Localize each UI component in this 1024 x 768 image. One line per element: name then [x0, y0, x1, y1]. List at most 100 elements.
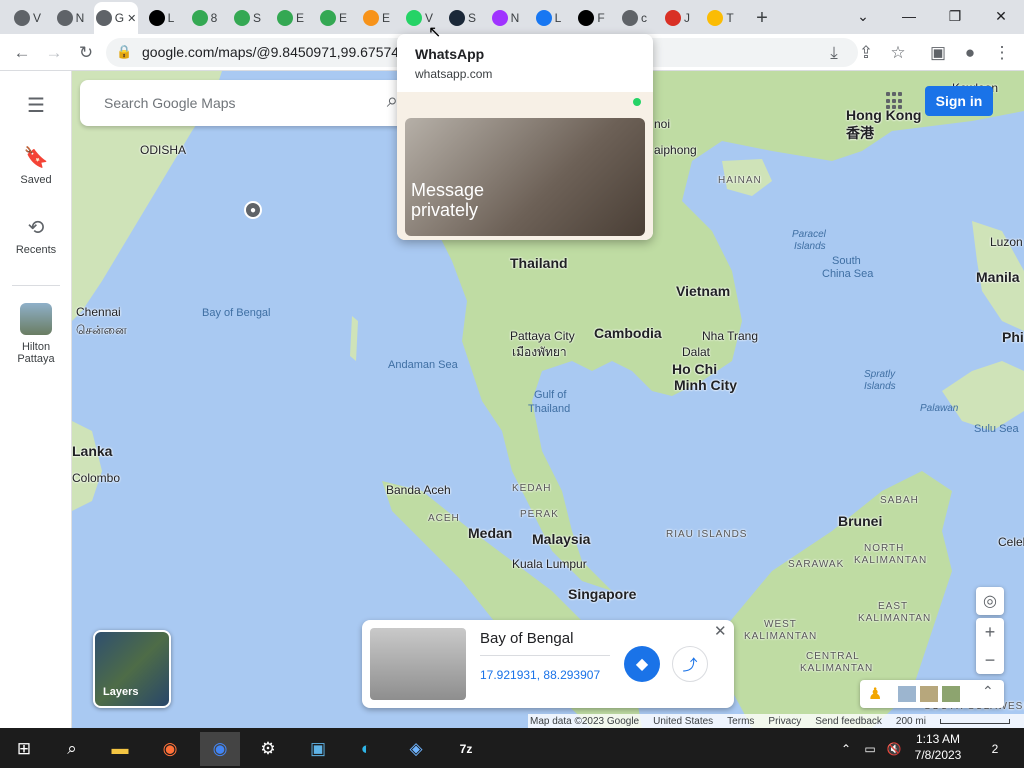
restore-button[interactable]: ❐ [932, 0, 978, 32]
label-e-kal-2[interactable]: KALIMANTAN [858, 613, 931, 624]
label-manila[interactable]: Manila [976, 269, 1020, 285]
label-palawan[interactable]: Palawan [920, 403, 958, 414]
bookmark-star-icon[interactable]: ☆ [884, 39, 912, 67]
new-tab-button[interactable]: + [748, 4, 776, 32]
label-chennai-tamil[interactable]: சென்னை [76, 323, 127, 339]
maps-search-box[interactable]: Search Google Maps ⌕ [80, 80, 410, 126]
browser-tab[interactable]: N [486, 4, 525, 32]
imagery-thumb-2[interactable] [920, 686, 938, 702]
label-vietnam[interactable]: Vietnam [676, 283, 730, 299]
control-panel-icon[interactable]: ▣ [298, 732, 338, 766]
share-button[interactable]: ⤴ [672, 646, 708, 682]
label-e-kal-1[interactable]: EAST [878, 601, 908, 612]
label-haiphong[interactable]: aiphong [654, 143, 697, 157]
label-dalat[interactable]: Dalat [682, 345, 710, 359]
label-sulu[interactable]: Sulu Sea [974, 423, 1019, 435]
label-thailand[interactable]: Thailand [510, 255, 568, 271]
browser-tab[interactable]: L [142, 4, 181, 32]
zoom-in-button[interactable]: + [976, 618, 1004, 646]
label-hainan[interactable]: HAINAN [718, 175, 762, 186]
browser-tab[interactable]: N [51, 4, 90, 32]
label-cambodia[interactable]: Cambodia [594, 325, 662, 341]
label-pattaya[interactable]: Pattaya City [510, 329, 575, 343]
label-hanoi[interactable]: noi [654, 117, 670, 131]
directions-button[interactable]: ◆ [624, 646, 660, 682]
share-page-icon[interactable]: ⇪ [852, 39, 880, 67]
recent-place-hilton[interactable]: Hilton Pattaya [0, 303, 72, 365]
label-paracel-2[interactable]: Islands [794, 241, 826, 252]
7zip-icon[interactable]: 7z [446, 732, 486, 766]
label-luzon[interactable]: Luzon [990, 235, 1023, 249]
sign-in-button[interactable]: Sign in [925, 86, 993, 116]
browser-tab[interactable]: G ✕ [94, 2, 138, 34]
label-brunei[interactable]: Brunei [838, 513, 882, 529]
my-location-icon[interactable]: ◎ [976, 587, 1004, 615]
browser-tab[interactable]: L [529, 4, 568, 32]
label-phi[interactable]: Phi [1002, 329, 1024, 345]
taskbar-clock[interactable]: 1:13 AM 7/8/2023 [906, 731, 970, 763]
label-c-kal-2[interactable]: KALIMANTAN [800, 663, 873, 674]
close-window-button[interactable]: ✕ [978, 0, 1024, 32]
dropped-pin-icon[interactable]: ● [244, 201, 262, 219]
close-tab-icon[interactable]: ✕ [127, 12, 136, 25]
search-taskbar-icon[interactable]: ⌕ [52, 732, 92, 766]
label-singapore[interactable]: Singapore [568, 586, 636, 602]
close-place-card-icon[interactable]: ✕ [714, 622, 727, 640]
saved-button[interactable]: 🔖 Saved [0, 145, 72, 186]
label-odisha[interactable]: ODISHA [140, 143, 186, 157]
place-title[interactable]: Bay of Bengal [480, 630, 573, 647]
side-panel-icon[interactable]: ▣ [924, 39, 952, 67]
label-sarawak[interactable]: SARAWAK [788, 559, 844, 570]
browser-tab[interactable]: 8 [185, 4, 224, 32]
browser-tab[interactable]: c [615, 4, 654, 32]
browser-tab[interactable]: J [658, 4, 697, 32]
recents-button[interactable]: ⟲ Recents [0, 215, 72, 256]
label-scs-2[interactable]: China Sea [822, 268, 873, 280]
label-hcmc-1[interactable]: Ho Chi [672, 361, 717, 377]
network-app-icon[interactable]: ◈ [396, 732, 436, 766]
label-bay-of-bengal[interactable]: Bay of Bengal [202, 307, 271, 319]
browser-tab[interactable]: F [572, 4, 611, 32]
settings-gear-icon[interactable]: ⚙ [248, 732, 288, 766]
tab-search-chevron-icon[interactable]: ⌄ [840, 0, 886, 32]
label-w-kal-2[interactable]: KALIMANTAN [744, 631, 817, 642]
notifications-button[interactable]: 2 [978, 732, 1012, 766]
menu-button[interactable]: ☰ [0, 93, 72, 122]
label-banda-aceh[interactable]: Banda Aceh [386, 483, 451, 497]
hamburger-menu-icon[interactable]: ☰ [0, 93, 72, 118]
label-hcmc-2[interactable]: Minh City [674, 377, 737, 393]
label-scs-1[interactable]: South [832, 255, 861, 267]
browser-tab[interactable]: E [271, 4, 310, 32]
zoom-out-button[interactable]: − [976, 646, 1004, 674]
country-link[interactable]: United States [653, 716, 713, 727]
place-thumbnail[interactable] [370, 628, 466, 700]
menu-kebab-icon[interactable]: ⋮ [988, 39, 1016, 67]
minimize-button[interactable]: — [886, 0, 932, 32]
pegman-icon[interactable]: ♟ [868, 684, 882, 704]
privacy-link[interactable]: Privacy [768, 716, 801, 727]
browser-tab[interactable]: E [314, 4, 353, 32]
windows-start-icon[interactable]: ⊞ [4, 732, 44, 766]
search-input[interactable]: Search Google Maps [104, 95, 236, 111]
label-paracel-1[interactable]: Paracel [792, 229, 826, 240]
place-card[interactable]: Bay of Bengal 17.921931, 88.293907 ◆ ⤴ ✕ [362, 620, 734, 708]
label-colombo[interactable]: Colombo [72, 471, 120, 485]
terms-link[interactable]: Terms [727, 716, 754, 727]
label-kedah[interactable]: KEDAH [512, 483, 551, 494]
volume-muted-icon[interactable]: 🔇 [882, 732, 906, 766]
browser-tab[interactable]: T [701, 4, 740, 32]
edge-icon[interactable]: ◐ [346, 732, 386, 766]
label-w-kal-1[interactable]: WEST [764, 619, 797, 630]
imagery-thumb-1[interactable] [898, 686, 916, 702]
tray-chevron-icon[interactable]: ⌃ [834, 732, 858, 766]
label-c-kal-1[interactable]: CENTRAL [806, 651, 860, 662]
imagery-thumb-3[interactable] [942, 686, 960, 702]
label-aceh[interactable]: ACEH [428, 513, 460, 524]
scale-label[interactable]: 200 mi [896, 716, 926, 727]
google-apps-icon[interactable] [886, 92, 904, 110]
label-celeb[interactable]: Celeb [998, 535, 1024, 549]
label-hong-kong-cn[interactable]: 香港 [846, 123, 874, 143]
feedback-link[interactable]: Send feedback [815, 716, 882, 727]
reload-icon[interactable]: ↻ [72, 39, 100, 67]
label-medan[interactable]: Medan [468, 525, 512, 541]
